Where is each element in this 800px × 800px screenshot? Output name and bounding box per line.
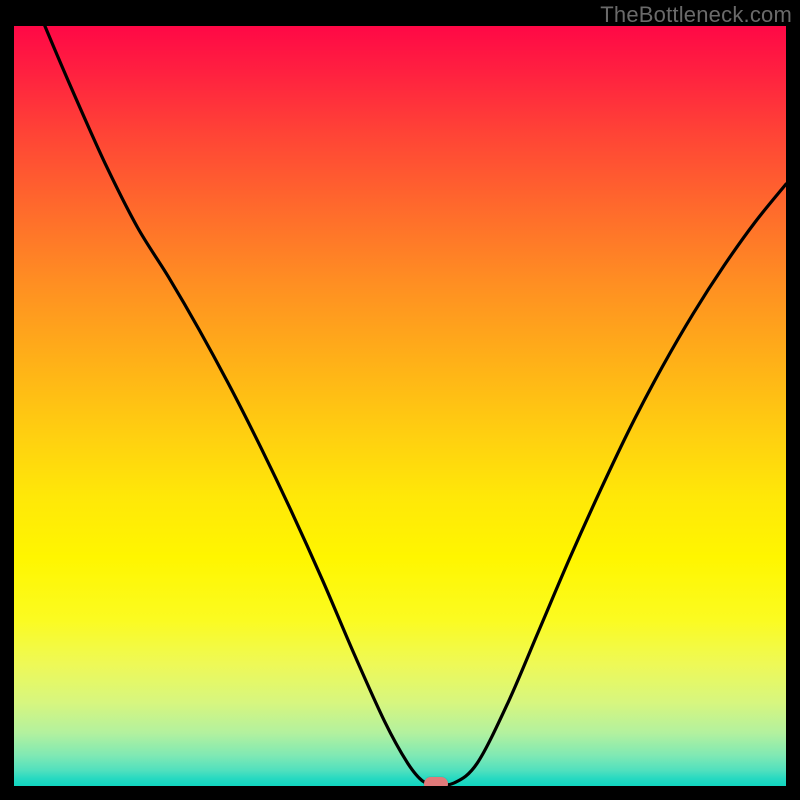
bottleneck-curve <box>14 26 786 786</box>
plot-area <box>14 26 786 786</box>
watermark-text: TheBottleneck.com <box>600 2 792 28</box>
chart-frame: TheBottleneck.com <box>0 0 800 800</box>
optimal-point-marker <box>424 777 448 786</box>
